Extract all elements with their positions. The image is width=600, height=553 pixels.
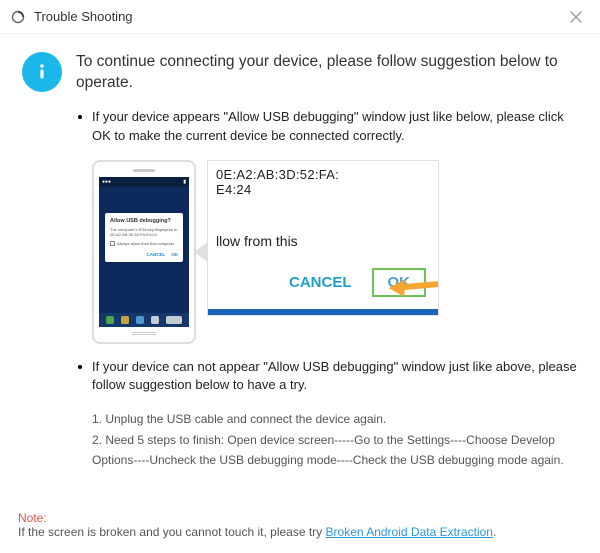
phone-dialog-body: The computer's RSA key fingerprint is: 0… [110, 227, 178, 237]
close-icon [569, 10, 583, 24]
callout-pointer-icon [194, 242, 208, 262]
step-1: 1. Unplug the USB cable and connect the … [92, 409, 578, 429]
window-title: Trouble Shooting [34, 9, 562, 24]
broken-android-link[interactable]: Broken Android Data Extraction [326, 525, 493, 539]
phone-dialog-title: Allow USB debugging? [110, 218, 178, 224]
illustration: ●●●▮ Allow USB debugging? The computer's… [92, 160, 578, 344]
bullet-icon [78, 365, 82, 369]
section2-text: If your device can not appear "Allow USB… [92, 358, 578, 396]
footer-suffix: . [493, 525, 496, 539]
zoom-line2: E4:24 [216, 182, 251, 197]
close-button[interactable] [562, 3, 590, 31]
footer-note: Note: If the screen is broken and you ca… [18, 511, 582, 539]
note-label: Note: [18, 511, 47, 525]
zoom-cancel: CANCEL [289, 274, 352, 291]
zoom-panel: 0E:A2:AB:3D:52:FA: E4:24 llow from this … [207, 160, 439, 316]
app-icon [10, 9, 26, 25]
dialog-content: To continue connecting your device, plea… [0, 34, 600, 480]
zoom-line1: 0E:A2:AB:3D:52:FA: [216, 167, 339, 182]
section1-text: If your device appears "Allow USB debugg… [92, 108, 578, 146]
info-icon [22, 52, 62, 92]
step-2: 2. Need 5 steps to finish: Open device s… [92, 430, 578, 471]
titlebar: Trouble Shooting [0, 0, 600, 34]
zoom-line3: llow from this [208, 225, 438, 249]
phone-ok: OK [171, 252, 178, 257]
phone-cancel: CANCEL [147, 252, 166, 257]
section-usb-dialog: If your device appears "Allow USB debugg… [78, 108, 578, 344]
phone-usb-dialog: Allow USB debugging? The computer's RSA … [105, 213, 183, 262]
steps-list: 1. Unplug the USB cable and connect the … [92, 409, 578, 470]
phone-mockup: ●●●▮ Allow USB debugging? The computer's… [92, 160, 196, 344]
bullet-icon [78, 115, 82, 119]
footer-text: If the screen is broken and you cannot t… [18, 525, 326, 539]
section-no-dialog: If your device can not appear "Allow USB… [78, 358, 578, 471]
arrow-icon [384, 257, 439, 315]
intro-text: To continue connecting your device, plea… [76, 52, 578, 94]
intro-row: To continue connecting your device, plea… [22, 52, 578, 94]
phone-dialog-checkbox: Always allow from this computer [110, 241, 178, 246]
